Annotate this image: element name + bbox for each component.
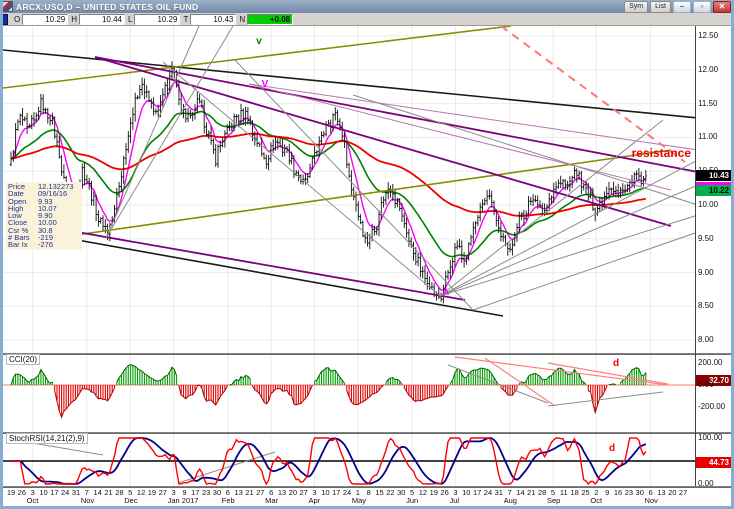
price-axis-label: 11.00 xyxy=(698,132,731,141)
app-window: ARCX:USO,D – UNITED STATES OIL FUND Sym … xyxy=(0,0,734,509)
cci-envelope xyxy=(230,376,251,385)
cci-panel[interactable]: d xyxy=(3,353,695,432)
month-label: Oct xyxy=(27,496,67,505)
cci-axis-label: 0.00 xyxy=(698,380,731,389)
high-value: 10.44 xyxy=(79,14,125,25)
minimize-button[interactable]: – xyxy=(673,1,691,13)
open-price-box: 10.22 xyxy=(696,185,731,196)
panel-separator-stoch[interactable] xyxy=(3,432,731,434)
open-value: 10.29 xyxy=(22,14,68,25)
list-button[interactable]: List xyxy=(650,1,671,13)
main-trendline-9[interactable] xyxy=(106,26,199,238)
month-label: Apr xyxy=(309,496,349,505)
quote-bar: O10.29 H10.44 L10.29 T10.43 N+0.08 xyxy=(0,13,734,26)
stoch-panel-label: StochRSI(14,21(2),9) xyxy=(6,433,88,444)
medium-moving-average xyxy=(11,112,646,257)
cci-histogram-negative xyxy=(55,385,619,417)
price-axis-label: 9.50 xyxy=(698,234,731,243)
price-axis-label: 10.00 xyxy=(698,200,731,209)
main-annotation-2: Λ xyxy=(443,287,449,297)
month-label: May xyxy=(352,496,392,505)
main-trendline-3[interactable] xyxy=(48,150,671,239)
month-label: Jun xyxy=(406,496,446,505)
month-label: Sep xyxy=(547,496,587,505)
trade-label: T xyxy=(183,15,188,24)
main-annotation-3: resistance xyxy=(632,146,692,160)
open-label: O xyxy=(14,15,20,24)
sym-button[interactable]: Sym xyxy=(624,1,648,13)
cci-envelope xyxy=(609,384,616,385)
high-label: H xyxy=(71,15,77,24)
month-label: Mar xyxy=(265,496,305,505)
cci-trendline-3[interactable] xyxy=(548,392,663,406)
main-trendline-19[interactable] xyxy=(501,26,685,162)
month-label: Feb xyxy=(222,496,262,505)
main-annotation-0: v xyxy=(256,36,262,47)
close-button[interactable]: ✕ xyxy=(713,1,731,13)
cursor-data-row: Bar Ix-276 xyxy=(8,241,80,248)
window-title: ARCX:USO,D – UNITED STATES OIL FUND xyxy=(16,2,198,12)
month-label: Aug xyxy=(504,496,544,505)
net-label: N xyxy=(239,15,245,24)
trade-value: 10.43 xyxy=(190,14,236,25)
price-axis-divider xyxy=(695,26,696,486)
ohlc-bars xyxy=(10,61,647,303)
symbol-color-swatch xyxy=(1,14,8,25)
month-label: Jan 2017 xyxy=(168,496,208,505)
price-axis-label: 8.50 xyxy=(698,301,731,310)
cci-axis-label: -200.00 xyxy=(698,402,731,411)
maximize-button[interactable]: ▫ xyxy=(693,1,711,13)
title-bar[interactable]: ARCX:USO,D – UNITED STATES OIL FUND Sym … xyxy=(0,0,734,13)
month-label: Jul xyxy=(449,496,489,505)
stoch-axis-label: 100.00 xyxy=(698,433,731,442)
main-trendline-1[interactable] xyxy=(55,236,503,316)
app-icon xyxy=(2,1,13,12)
panel-separator-cci[interactable] xyxy=(3,353,731,355)
price-axis-label: 12.50 xyxy=(698,31,731,40)
cursor-data-panel: Price12.132273Date09/16/16Open9.93High10… xyxy=(6,182,82,250)
cci-axis-label: 200.00 xyxy=(698,358,731,367)
cci-panel-label: CCI(20) xyxy=(6,354,40,365)
chart-area[interactable]: v V Λresistance d d CCI(20) StochRSI(14,21(2… xyxy=(3,26,731,506)
stoch-value-box: 44.73 xyxy=(696,457,731,468)
low-value: 10.29 xyxy=(134,14,180,25)
month-label: Oct xyxy=(590,496,630,505)
month-label: Nov xyxy=(81,496,121,505)
main-trendline-15[interactable] xyxy=(440,215,698,296)
main-price-panel[interactable]: v V Λresistance xyxy=(3,26,698,353)
slow-moving-average xyxy=(11,134,646,216)
main-trendline-16[interactable] xyxy=(440,120,663,296)
net-change-value: +0.08 xyxy=(247,14,293,25)
stochrsi-panel[interactable]: d xyxy=(3,432,695,486)
main-annotation-1: V xyxy=(262,79,269,90)
stoch-axis-label: 0.00 xyxy=(698,479,731,488)
price-axis-label: 9.00 xyxy=(698,268,731,277)
month-label: Dec xyxy=(124,496,164,505)
stoch-annotation-0: d xyxy=(609,443,615,454)
main-trendline-14[interactable] xyxy=(440,185,698,296)
low-label: L xyxy=(128,15,132,24)
price-axis-label: 8.00 xyxy=(698,335,731,344)
main-trendline-13[interactable] xyxy=(440,160,698,296)
cci-annotation-0: d xyxy=(613,358,619,369)
month-label: Nov xyxy=(645,496,685,505)
price-axis-label: 10.50 xyxy=(698,166,731,175)
price-axis-label: 12.00 xyxy=(698,65,731,74)
chart-canvas[interactable]: v V Λresistance d d xyxy=(3,26,731,506)
price-axis-label: 11.50 xyxy=(698,99,731,108)
